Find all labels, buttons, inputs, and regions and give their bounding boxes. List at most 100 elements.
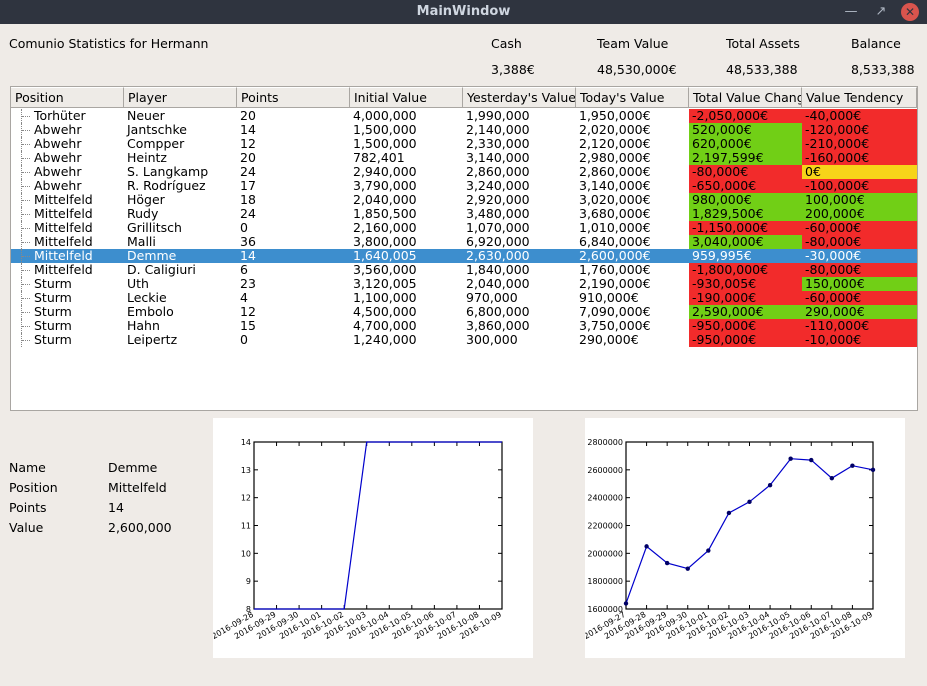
cell-total: -80,000€ [689,165,802,179]
cell-player: Uth [127,277,149,291]
cell-tendency: 290,000€ [802,305,917,319]
table-row[interactable]: Mittelfeld Demme 14 1,640,005 2,630,000 2,600… [11,249,917,263]
table-row[interactable]: Mittelfeld D. Caligiuri 6 3,560,000 1,840,00… [11,263,917,277]
cell-position: Mittelfeld [34,249,93,263]
table-row[interactable]: Abwehr S. Langkamp 24 2,940,000 2,860,000 2,8… [11,165,917,179]
cell-player: Jantschke [127,123,187,137]
cell-points: 36 [240,235,256,249]
data-point [829,475,835,481]
column-header[interactable]: Value Tendency [802,87,917,108]
tree-branch-line [21,207,31,221]
cash-label: Cash [491,36,522,51]
cell-tendency: -80,000€ [802,263,917,277]
table-row[interactable]: Torhüter Neuer 20 4,000,000 1,990,000 1,950,0… [11,109,917,123]
y-tick-label: 2000000 [587,549,623,558]
cell-tendency: -40,000€ [802,109,917,123]
cell-points: 15 [240,319,256,333]
points-chart: 8 9 10 11 12 13 14 2016-09-28 2016-09-29 2016-09-… [213,418,533,658]
detail-value-label: Value [9,520,44,535]
value-chart: 1600000 1800000 2000000 2200000 2400000 26000… [585,418,905,658]
cell-points: 17 [240,179,256,193]
cell-tendency: -210,000€ [802,137,917,151]
cell-tendency: -30,000€ [805,249,862,263]
cell-player: Hahn [127,319,160,333]
cell-yesterday: 2,140,000 [466,123,530,137]
cell-player: R. Rodríguez [127,179,206,193]
y-tick-label: 14 [241,438,251,447]
table-row[interactable]: Sturm Leckie 4 1,100,000 970,000 910,000€ -190… [11,291,917,305]
tree-branch-line [21,249,31,263]
cell-total: 1,829,500€ [689,207,802,221]
close-icon[interactable]: ✕ [901,3,919,21]
table-row[interactable]: Abwehr Jantschke 14 1,500,000 2,140,000 2,020… [11,123,917,137]
minimize-icon[interactable]: — [842,3,860,21]
cell-yesterday: 6,800,000 [466,305,530,319]
cell-tendency: -110,000€ [802,319,917,333]
tree-branch-line [21,291,31,305]
cell-total: -1,800,000€ [689,263,802,277]
cell-player: Heintz [127,151,167,165]
cell-position: Mittelfeld [34,221,93,235]
cell-today: 7,090,000€ [579,305,651,319]
cell-points: 20 [240,109,256,123]
cell-tendency: 200,000€ [802,207,917,221]
cell-total: 3,040,000€ [689,235,802,249]
table-row[interactable]: Sturm Leipertz 0 1,240,000 300,000 290,000€ -9… [11,333,917,347]
cell-initial: 4,000,000 [353,109,417,123]
maximize-icon[interactable]: ↗ [872,3,890,21]
table-row[interactable]: Sturm Uth 23 3,120,005 2,040,000 2,190,000€ -9… [11,277,917,291]
table-row[interactable]: Abwehr Compper 12 1,500,000 2,330,000 2,120,0… [11,137,917,151]
cell-initial: 1,850,500 [353,207,417,221]
points-chart-svg: 8910111213142016-09-282016-09-292016-09-… [213,438,503,641]
balance-label: Balance [851,36,901,51]
cell-today: 2,190,000€ [579,277,651,291]
cell-today: 3,750,000€ [579,319,651,333]
table-row[interactable]: Mittelfeld Höger 18 2,040,000 2,920,000 3,020… [11,193,917,207]
player-tree-table[interactable]: Position Player Points Initial Value Yesterd… [10,86,918,411]
cash-value: 3,388€ [491,62,535,77]
cell-today: 2,860,000€ [579,165,651,179]
cell-points: 0 [240,333,248,347]
cell-today: 2,020,000€ [579,123,651,137]
cell-initial: 2,160,000 [353,221,417,235]
cell-position: Sturm [34,333,72,347]
cell-yesterday: 6,920,000 [466,235,530,249]
table-row[interactable]: Mittelfeld Grillitsch 0 2,160,000 1,070,000 1… [11,221,917,235]
cell-player: Malli [127,235,156,249]
cell-points: 6 [240,263,248,277]
cell-initial: 3,120,005 [353,277,417,291]
cell-today: 1,010,000€ [579,221,651,235]
cell-player: D. Caligiuri [127,263,196,277]
data-point [644,544,649,549]
table-row[interactable]: Sturm Hahn 15 4,700,000 3,860,000 3,750,000€ -… [11,319,917,333]
cell-tendency: 0€ [802,165,917,179]
column-header[interactable]: Today's Value [576,87,689,108]
plot-frame [253,441,503,610]
column-header[interactable]: Position [11,87,124,108]
cell-points: 12 [240,305,256,319]
tree-branch-line [21,151,31,165]
cell-yesterday: 2,630,000 [466,249,530,263]
column-header[interactable]: Points [237,87,350,108]
column-header[interactable]: Initial Value [350,87,463,108]
table-row[interactable]: Mittelfeld Malli 36 3,800,000 6,920,000 6,840… [11,235,917,249]
cell-yesterday: 2,040,000 [466,277,530,291]
column-header[interactable]: Player [124,87,237,108]
cell-initial: 4,500,000 [353,305,417,319]
cell-total: 2,590,000€ [689,305,802,319]
table-row[interactable]: Abwehr Heintz 20 782,401 3,140,000 2,980,000€… [11,151,917,165]
cell-initial: 3,560,000 [353,263,417,277]
cell-points: 14 [240,123,256,137]
cell-initial: 1,100,000 [353,291,417,305]
cell-player: Leckie [127,291,167,305]
column-header[interactable]: Total Value Change [689,87,802,108]
data-point [809,457,814,463]
table-row[interactable]: Sturm Embolo 12 4,500,000 6,800,000 7,090,000… [11,305,917,319]
column-header[interactable]: Yesterday's Value [463,87,576,108]
table-row[interactable]: Mittelfeld Rudy 24 1,850,500 3,480,000 3,680,… [11,207,917,221]
table-row[interactable]: Abwehr R. Rodríguez 17 3,790,000 3,240,000 3,… [11,179,917,193]
detail-name-value: Demme [108,460,158,475]
cell-total: -930,005€ [689,277,802,291]
cell-points: 12 [240,137,256,151]
cell-player: Leipertz [127,333,178,347]
